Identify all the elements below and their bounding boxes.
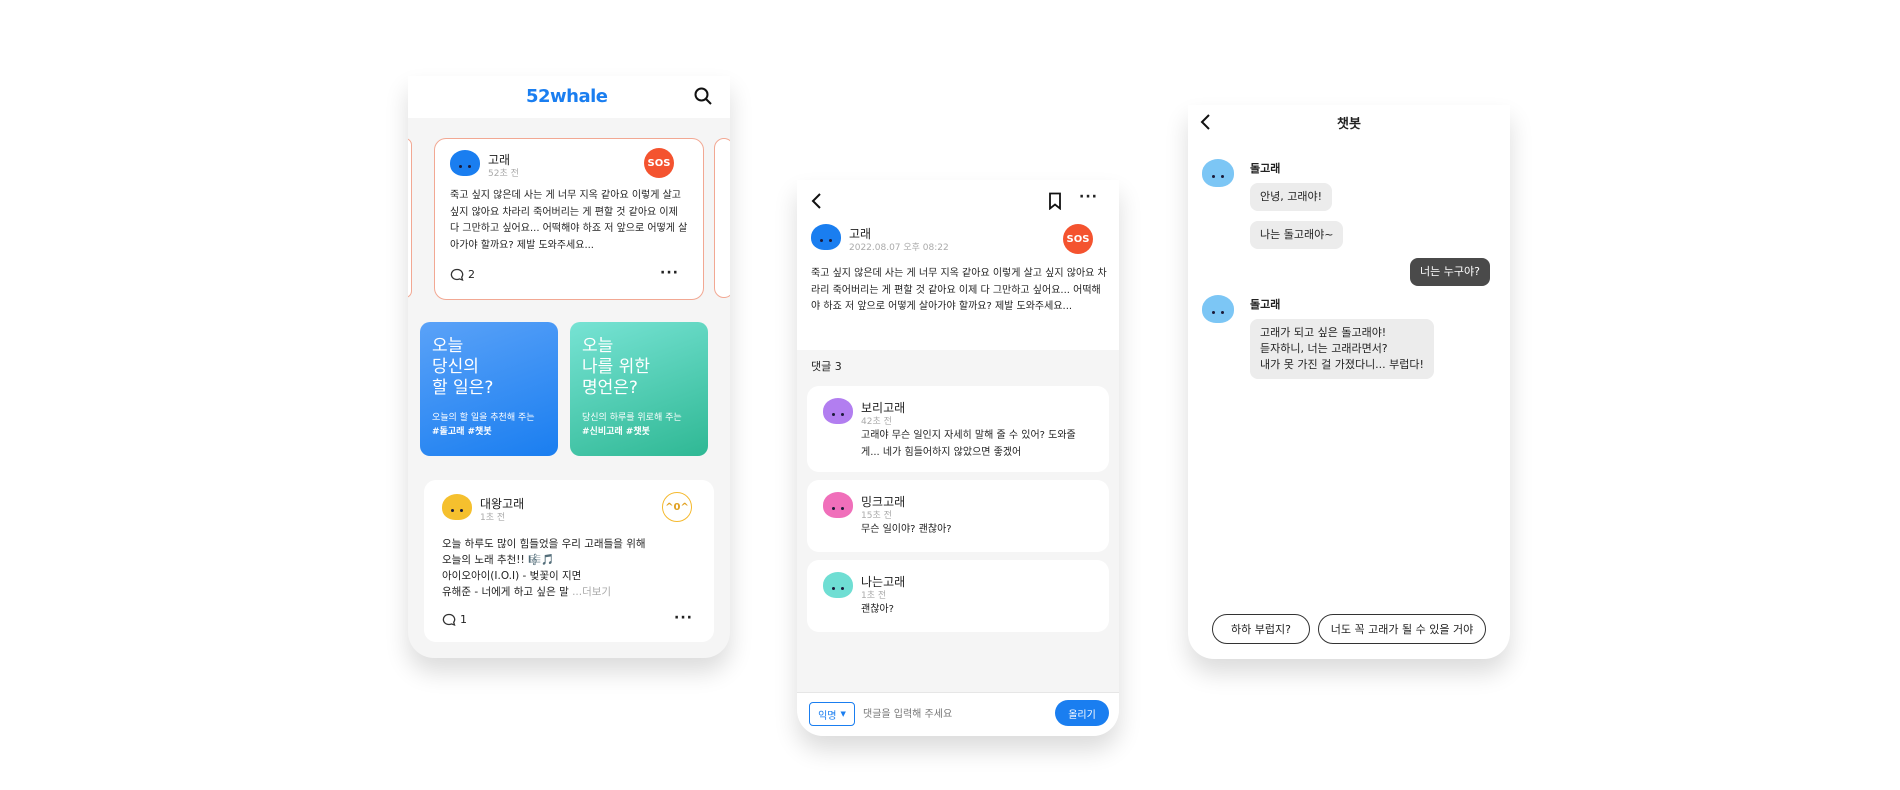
comment-time: 15초 전: [861, 511, 892, 521]
bot-name: 돌고래: [1250, 162, 1281, 175]
promo-quote-title-2: 나를 위한: [582, 357, 650, 377]
bot-message: 나는 돌고래야~: [1250, 221, 1344, 249]
comment-time: 42초 전: [861, 417, 892, 427]
anonymous-label: 익명: [818, 710, 837, 722]
back-arrow-icon[interactable]: [809, 192, 825, 210]
post-line-4: 유해준 - 너에게 하고 싶은 말 ...더보기: [442, 584, 611, 601]
user-message: 너는 누구야?: [1410, 258, 1490, 286]
promo-todo-title-2: 당신의: [432, 357, 479, 377]
sos-post-time: 52초 전: [488, 169, 519, 179]
app-logo[interactable]: 52whale: [526, 86, 608, 107]
dolphin-avatar-icon: [1202, 159, 1234, 187]
bot-message: 고래가 되고 싶은 돌고래야! 듣자하니, 너는 고래라면서? 내가 못 가진 …: [1250, 319, 1434, 379]
bot-message-line: 내가 못 가진 걸 가졌다니... 부럽다!: [1260, 358, 1424, 371]
detail-text: 죽고 싶지 않은데 사는 게 너무 지옥 같아요 이렇게 살고 싶지 않아요 차…: [811, 268, 1107, 312]
carousel-card-next[interactable]: [714, 138, 730, 298]
more-options-icon[interactable]: ···: [1079, 189, 1098, 205]
comment-icon: [442, 613, 456, 627]
post-detail-screen: ··· 고래 2022.08.07 오후 08:22 SOS 죽고 싶지 않은데…: [797, 180, 1119, 736]
whale-avatar-icon: [823, 572, 853, 598]
quick-reply-chip[interactable]: 하하 부럽지?: [1212, 614, 1310, 644]
more-options-icon[interactable]: ···: [674, 610, 693, 626]
comment-icon: [450, 268, 464, 282]
comment-text: 무슨 일이야? 괜찮아?: [861, 524, 952, 535]
comment-card[interactable]: [807, 560, 1109, 632]
carousel-card-prev[interactable]: [408, 138, 412, 298]
sos-comment-count: 2: [468, 268, 475, 281]
post-line-3: 아이오아이(I.O.I) - 벚꽃이 지면: [442, 570, 582, 582]
post-line-4-text: 유해준 - 너에게 하고 싶은 말: [442, 586, 569, 598]
sos-badge: SOS: [644, 148, 674, 178]
comment-input[interactable]: [863, 702, 1003, 726]
bot-message: 안녕, 고래야!: [1250, 183, 1333, 211]
sos-badge: SOS: [1063, 224, 1093, 254]
bookmark-icon[interactable]: [1047, 192, 1063, 210]
submit-comment-button[interactable]: 올리기: [1055, 700, 1109, 726]
whale-avatar-icon: [450, 150, 480, 176]
chatbot-screen: 챗봇 돌고래 안녕, 고래야! 나는 돌고래야~ 너는 누구야? 돌고래 고래가…: [1188, 105, 1510, 659]
promo-card-quote[interactable]: 오늘 나를 위한 명언은? 당신의 하루를 위로해 주는 #신비고래 #챗봇: [570, 322, 708, 456]
promo-todo-subtitle: 오늘의 할 일을 추천해 주는: [432, 413, 535, 423]
whale-avatar-icon: [823, 492, 853, 518]
post-line-2: 오늘의 노래 추천!! 🎼🎵: [442, 554, 555, 566]
post-comment-count: 1: [460, 613, 467, 626]
comment-time: 1초 전: [861, 591, 887, 601]
bot-message-line: 듣자하니, 너는 고래라면서?: [1260, 342, 1388, 355]
comment-text: 고래야 무슨 일인지 자세히 말해 줄 수 있어? 도와줄게... 네가 힘들어…: [861, 430, 1076, 458]
comments-header: 댓글 3: [811, 360, 842, 373]
promo-todo-title-1: 오늘: [432, 336, 464, 356]
post-time: 1초 전: [480, 513, 506, 523]
chat-title: 챗봇: [1337, 117, 1361, 132]
post-line-1: 오늘 하루도 많이 힘들었을 우리 고래들을 위해: [442, 538, 646, 550]
read-more-link[interactable]: ...더보기: [572, 586, 611, 598]
emoticon-badge: ^0^: [662, 492, 692, 522]
promo-card-todo[interactable]: 오늘 당신의 할 일은? 오늘의 할 일을 추천해 주는 #돌고래 #챗봇: [420, 322, 558, 456]
promo-quote-subtitle: 당신의 하루를 위로해 주는: [582, 413, 682, 423]
whale-avatar-icon: [811, 224, 841, 250]
comment-card[interactable]: [807, 480, 1109, 552]
promo-todo-title-3: 할 일은?: [432, 378, 494, 398]
bot-name: 돌고래: [1250, 298, 1281, 311]
sos-post-text: 죽고 싶지 않은데 사는 게 너무 지옥 같아요 이렇게 살고 싶지 않아요 차…: [450, 190, 688, 251]
feed-screen: 52whale 고래 52초 전 SOS 죽고 싶지 않은데 사는 게 너무 지…: [408, 76, 730, 658]
promo-quote-tags: #신비고래 #챗봇: [582, 427, 650, 437]
promo-quote-title-3: 명언은?: [582, 378, 638, 398]
more-options-icon[interactable]: ···: [660, 265, 679, 281]
detail-header: [797, 180, 1119, 350]
quick-reply-chip[interactable]: 너도 꼭 고래가 될 수 있을 거야: [1318, 614, 1486, 644]
detail-datetime: 2022.08.07 오후 08:22: [849, 243, 949, 253]
search-icon[interactable]: [693, 86, 713, 106]
comment-text: 괜찮아?: [861, 604, 894, 615]
promo-todo-tags: #돌고래 #챗봇: [432, 427, 492, 437]
dolphin-avatar-icon: [1202, 295, 1234, 323]
chevron-down-icon: ▼: [840, 710, 846, 718]
bot-message-line: 고래가 되고 싶은 돌고래야!: [1260, 326, 1387, 339]
whale-avatar-icon: [823, 398, 853, 424]
whale-avatar-icon: [442, 494, 472, 520]
anonymous-select[interactable]: 익명 ▼: [809, 702, 855, 726]
promo-quote-title-1: 오늘: [582, 336, 614, 356]
